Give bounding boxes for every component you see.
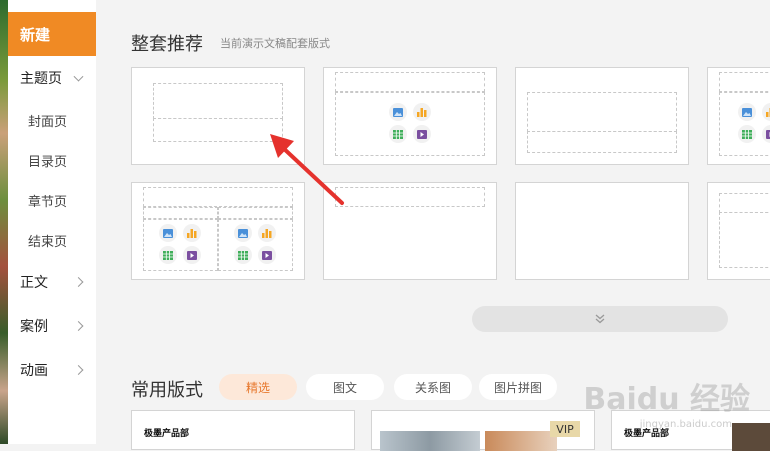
sidebar-item-label: 主题页 — [20, 68, 62, 88]
sidebar-item-label: 结束页 — [28, 231, 67, 250]
thumbnail-image — [732, 423, 770, 451]
sidebar-item-theme-page[interactable]: 主题页 — [8, 63, 96, 93]
sidebar-item-label: 正文 — [20, 272, 48, 292]
watermark: Baidu 经验 — [583, 374, 750, 418]
thumbnail-title: 极墨产品部 — [144, 426, 189, 439]
sidebar-item-chapter-page[interactable]: 章节页 — [8, 185, 96, 215]
expand-more-button[interactable] — [472, 306, 728, 332]
sidebar-item-body[interactable]: 正文 — [8, 267, 96, 297]
chevron-right-icon — [74, 277, 84, 287]
sidebar-item-label: 封面页 — [28, 111, 67, 130]
sidebar-item-end-page[interactable]: 结束页 — [8, 225, 96, 255]
layout-thumbnail[interactable]: 极墨产品部 — [131, 410, 355, 450]
sidebar-item-cover-page[interactable]: 封面页 — [8, 105, 96, 135]
tab-picture-collage[interactable]: 图片拼图 — [479, 374, 557, 400]
sidebar-item-cases[interactable]: 案例 — [8, 311, 96, 341]
layout-thumbnail-vip[interactable]: VIP — [371, 410, 595, 450]
sidebar-item-animation[interactable]: 动画 — [8, 355, 96, 385]
sidebar-item-label: 动画 — [20, 360, 48, 380]
chevron-down-icon — [74, 72, 84, 82]
sidebar-item-label: 案例 — [20, 316, 48, 336]
main-panel: 整套推荐 当前演示文稿配套版式 — [96, 0, 770, 444]
tab-text-image[interactable]: 图文 — [306, 374, 384, 400]
background-photo-strip — [0, 0, 8, 444]
sidebar-new-button[interactable]: 新建 — [8, 12, 96, 56]
sidebar-item-toc-page[interactable]: 目录页 — [8, 145, 96, 175]
chevron-right-icon — [74, 321, 84, 331]
chevron-right-icon — [74, 365, 84, 375]
thumbnail-image — [380, 431, 480, 451]
tab-featured[interactable]: 精选 — [219, 374, 297, 400]
thumbnail-image — [485, 431, 557, 451]
section-title: 常用版式 — [131, 376, 203, 402]
double-chevron-down-icon — [594, 314, 606, 324]
vip-badge: VIP — [550, 421, 580, 437]
sidebar-item-label: 目录页 — [28, 151, 67, 170]
watermark-url: jingyan.baidu.com — [640, 419, 732, 430]
sidebar: 新建 主题页 封面页 目录页 章节页 结束页 正文 案例 动画 — [8, 0, 96, 444]
sidebar-item-label: 章节页 — [28, 191, 67, 210]
tab-relationship[interactable]: 关系图 — [394, 374, 472, 400]
